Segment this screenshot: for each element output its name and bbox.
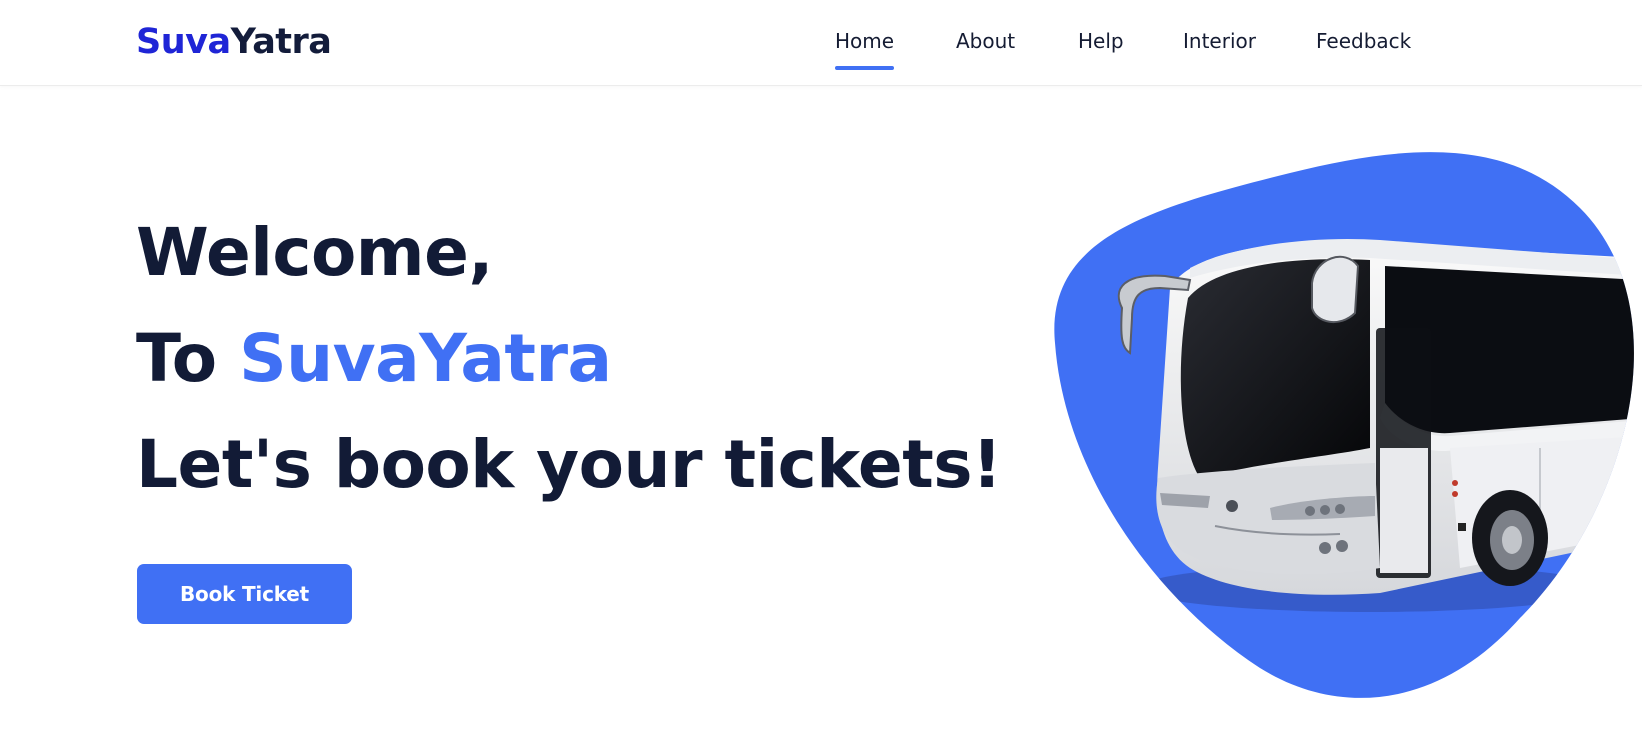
brand-logo[interactable]: SuvaYatra — [136, 20, 332, 64]
nav-interior[interactable]: Interior — [1183, 26, 1256, 56]
hero-line-welcome: Welcome, — [136, 214, 493, 291]
hero-line-brand-prefix: To — [136, 320, 240, 397]
nav-about[interactable]: About — [956, 26, 1015, 56]
book-ticket-button[interactable]: Book Ticket — [137, 564, 352, 624]
hero-heading: Welcome, To SuvaYatra Let's book your ti… — [136, 200, 1002, 518]
hero-illustration — [1040, 148, 1642, 708]
brand-logo-part1: Suva — [136, 22, 231, 62]
brand-logo-part2: Yatra — [230, 22, 332, 62]
nav-feedback[interactable]: Feedback — [1316, 26, 1411, 56]
nav-home[interactable]: Home — [835, 26, 895, 70]
hero-line-brand: To SuvaYatra — [136, 306, 1002, 412]
nav-help[interactable]: Help — [1078, 26, 1124, 56]
hero-line-tagline: Let's book your tickets! — [136, 426, 1002, 503]
hero-brand-name: SuvaYatra — [239, 320, 612, 397]
bus-image — [1054, 152, 1634, 698]
navbar: SuvaYatra Home About Help Interior Feedb… — [0, 0, 1642, 86]
